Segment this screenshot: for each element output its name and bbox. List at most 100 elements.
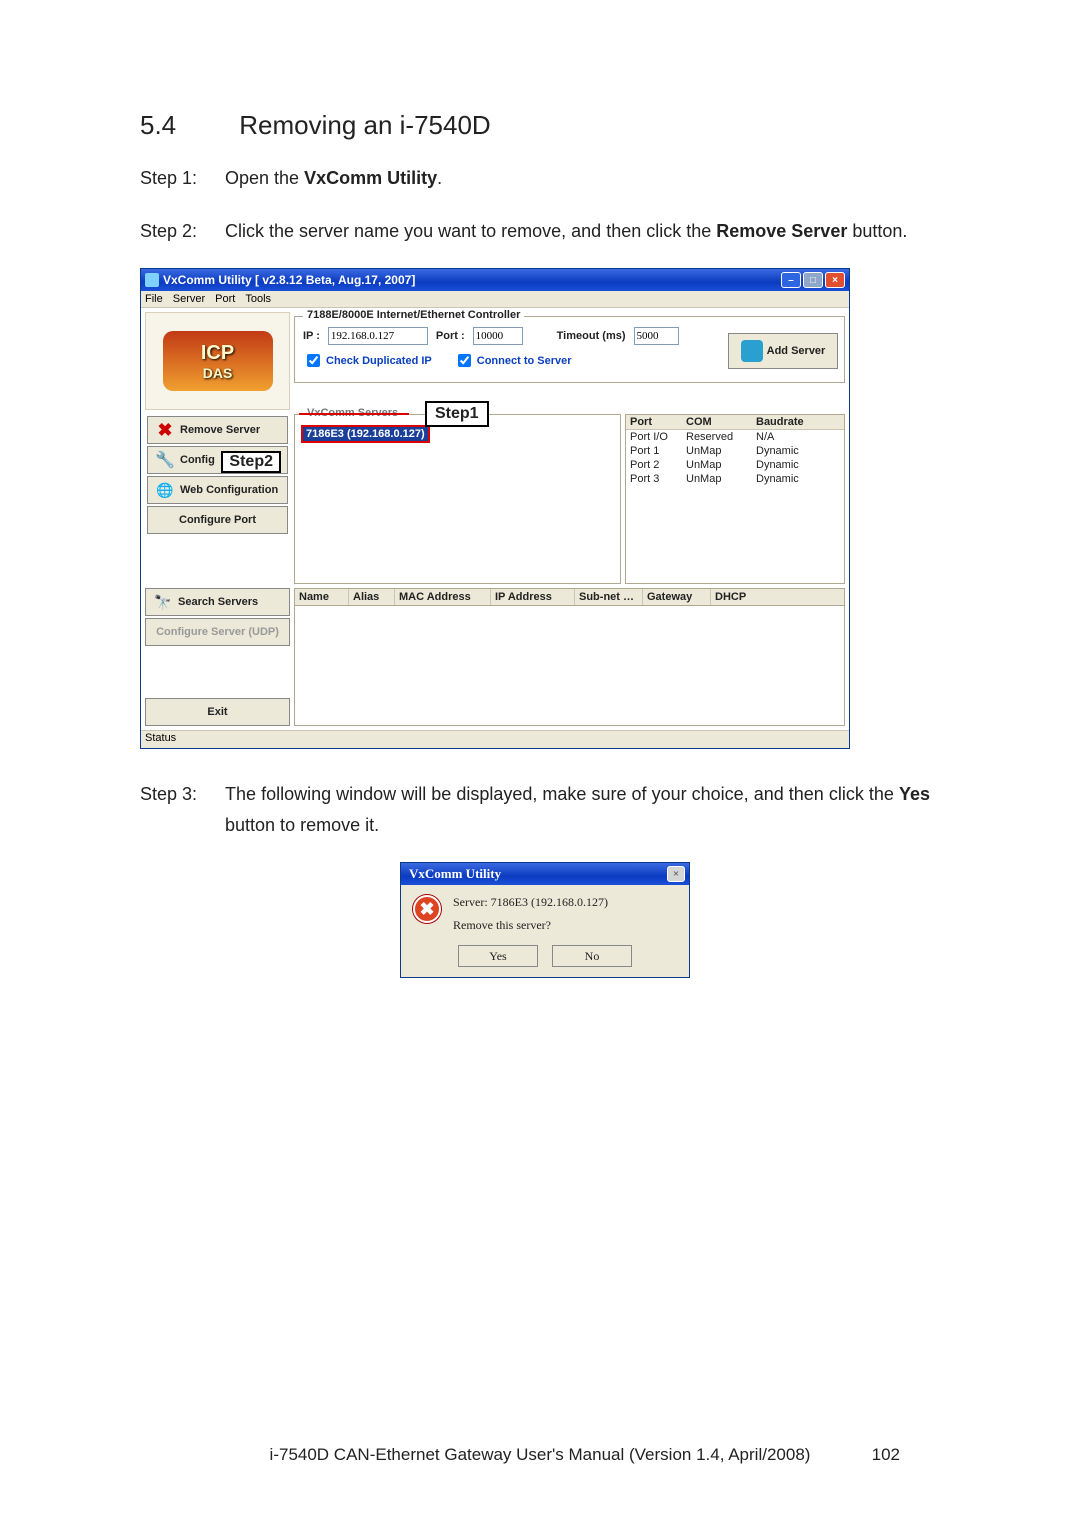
connect-to-server-label: Connect to Server <box>477 355 572 367</box>
port-row[interactable]: Port I/O Reserved N/A <box>626 430 844 444</box>
timeout-input[interactable] <box>634 327 679 345</box>
port-cell: UnMap <box>682 458 752 472</box>
dialog-close-button[interactable]: × <box>667 866 685 882</box>
controller-group-title: 7188E/8000E Internet/Ethernet Controller <box>303 309 524 321</box>
error-icon: ✖ <box>413 895 441 923</box>
search-col-ip[interactable]: IP Address <box>491 589 575 605</box>
port-row[interactable]: Port 1 UnMap Dynamic <box>626 444 844 458</box>
step1-label: Step 1: <box>140 163 220 194</box>
search-col-mac[interactable]: MAC Address <box>395 589 491 605</box>
ports-col-baud[interactable]: Baudrate <box>752 415 844 429</box>
dialog-yes-button[interactable]: Yes <box>458 945 538 967</box>
step1-paragraph: Step 1: Open the VxComm Utility. <box>140 163 950 194</box>
configure-server-udp-label: Configure Server (UDP) <box>156 626 279 638</box>
step3-paragraph: Step 3: The following window will be dis… <box>140 779 950 840</box>
menu-file[interactable]: File <box>145 293 163 305</box>
port-cell: Dynamic <box>752 458 844 472</box>
window-titlebar[interactable]: VxComm Utility [ v2.8.12 Beta, Aug.17, 2… <box>141 269 849 291</box>
search-col-name[interactable]: Name <box>295 589 349 605</box>
search-results-body[interactable] <box>294 606 845 726</box>
logo-text-bot: DAS <box>203 365 233 381</box>
configure-server-button[interactable]: 🔧 Config Step2 <box>147 446 288 474</box>
step3-label: Step 3: <box>140 779 220 810</box>
ports-table: Port COM Baudrate Port I/O Reserved N/A … <box>625 414 845 584</box>
dialog-message-line2: Remove this server? <box>453 918 608 933</box>
web-configuration-button[interactable]: 🌐 Web Configuration <box>147 476 288 504</box>
maximize-button[interactable]: □ <box>803 272 823 288</box>
port-cell: Dynamic <box>752 472 844 486</box>
search-servers-button[interactable]: 🔭 Search Servers <box>145 588 290 616</box>
check-duplicated-ip-box[interactable] <box>307 354 320 367</box>
step1-text-a: Open the <box>225 168 304 188</box>
server-list-item[interactable]: 7186E3 (192.168.0.127) <box>301 425 430 443</box>
dialog-title: VxComm Utility <box>409 866 501 882</box>
step2-label: Step 2: <box>140 216 220 247</box>
web-configuration-label: Web Configuration <box>180 484 278 496</box>
menu-bar[interactable]: File Server Port Tools <box>141 291 849 308</box>
configure-server-udp-button: Configure Server (UDP) <box>145 618 290 646</box>
add-server-button[interactable]: Add Server <box>728 333 838 369</box>
minimize-button[interactable]: – <box>781 272 801 288</box>
ip-input[interactable] <box>328 327 428 345</box>
page-footer: i-7540D CAN-Ethernet Gateway User's Manu… <box>0 1445 1080 1465</box>
search-col-dhcp[interactable]: DHCP <box>711 589 844 605</box>
controller-groupbox: 7188E/8000E Internet/Ethernet Controller… <box>294 316 845 383</box>
port-cell: Dynamic <box>752 444 844 458</box>
section-number: 5.4 <box>140 110 232 141</box>
page-number: 102 <box>872 1445 900 1465</box>
menu-server[interactable]: Server <box>173 293 205 305</box>
step1-text-c: . <box>437 168 442 188</box>
check-duplicated-ip-label: Check Duplicated IP <box>326 355 432 367</box>
close-button[interactable]: × <box>825 272 845 288</box>
vxcomm-servers-group: VxComm Servers Step1 7186E3 (192.168.0.1… <box>294 414 621 584</box>
port-row[interactable]: Port 3 UnMap Dynamic <box>626 472 844 486</box>
exit-label: Exit <box>207 706 227 718</box>
port-row[interactable]: Port 2 UnMap Dynamic <box>626 458 844 472</box>
ip-label: IP : <box>303 330 320 342</box>
remove-server-label: Remove Server <box>180 424 260 436</box>
remove-server-button[interactable]: ✖ Remove Server <box>147 416 288 444</box>
window-client: ICP DAS 7188E/8000E Internet/Ethernet Co… <box>141 308 849 730</box>
configure-port-label: Configure Port <box>179 514 256 526</box>
connect-to-server-box[interactable] <box>458 354 471 367</box>
step3-text-c: button to remove it. <box>225 815 379 835</box>
add-server-label: Add Server <box>767 345 826 357</box>
remove-icon: ✖ <box>156 421 174 439</box>
connect-to-server[interactable]: Connect to Server <box>454 351 572 370</box>
port-cell: Port I/O <box>626 430 682 444</box>
legend-strike-annotation <box>299 413 409 415</box>
step3-text-a: The following window will be displayed, … <box>225 784 899 804</box>
search-results-header: Name Alias MAC Address IP Address Sub-ne… <box>294 588 845 606</box>
add-server-icon <box>741 340 763 362</box>
step1-callout: Step1 <box>425 401 489 427</box>
step2-bold: Remove Server <box>716 221 847 241</box>
vxcomm-window: VxComm Utility [ v2.8.12 Beta, Aug.17, 2… <box>140 268 850 749</box>
port-cell: UnMap <box>682 444 752 458</box>
check-duplicated-ip[interactable]: Check Duplicated IP <box>303 351 432 370</box>
search-col-subnet[interactable]: Sub-net … <box>575 589 643 605</box>
globe-icon: 🌐 <box>156 481 174 499</box>
dialog-message-line1: Server: 7186E3 (192.168.0.127) <box>453 895 608 910</box>
search-col-alias[interactable]: Alias <box>349 589 395 605</box>
dialog-no-button[interactable]: No <box>552 945 632 967</box>
ports-col-port[interactable]: Port <box>626 415 682 429</box>
wrench-icon: 🔧 <box>156 451 174 469</box>
exit-button[interactable]: Exit <box>145 698 290 726</box>
binoculars-icon: 🔭 <box>154 593 172 611</box>
app-icon <box>145 273 159 287</box>
configure-port-button[interactable]: Configure Port <box>147 506 288 534</box>
menu-tools[interactable]: Tools <box>245 293 271 305</box>
ports-col-com[interactable]: COM <box>682 415 752 429</box>
status-bar: Status <box>141 730 849 748</box>
menu-port[interactable]: Port <box>215 293 235 305</box>
window-title: VxComm Utility [ v2.8.12 Beta, Aug.17, 2… <box>163 273 415 287</box>
timeout-label: Timeout (ms) <box>557 330 626 342</box>
confirm-dialog: VxComm Utility × ✖ Server: 7186E3 (192.1… <box>400 862 690 978</box>
port-input[interactable] <box>473 327 523 345</box>
configure-server-label: Config <box>180 454 215 466</box>
search-col-gateway[interactable]: Gateway <box>643 589 711 605</box>
port-cell: Port 2 <box>626 458 682 472</box>
footer-text: i-7540D CAN-Ethernet Gateway User's Manu… <box>270 1445 811 1464</box>
search-servers-label: Search Servers <box>178 596 258 608</box>
port-cell: Reserved <box>682 430 752 444</box>
